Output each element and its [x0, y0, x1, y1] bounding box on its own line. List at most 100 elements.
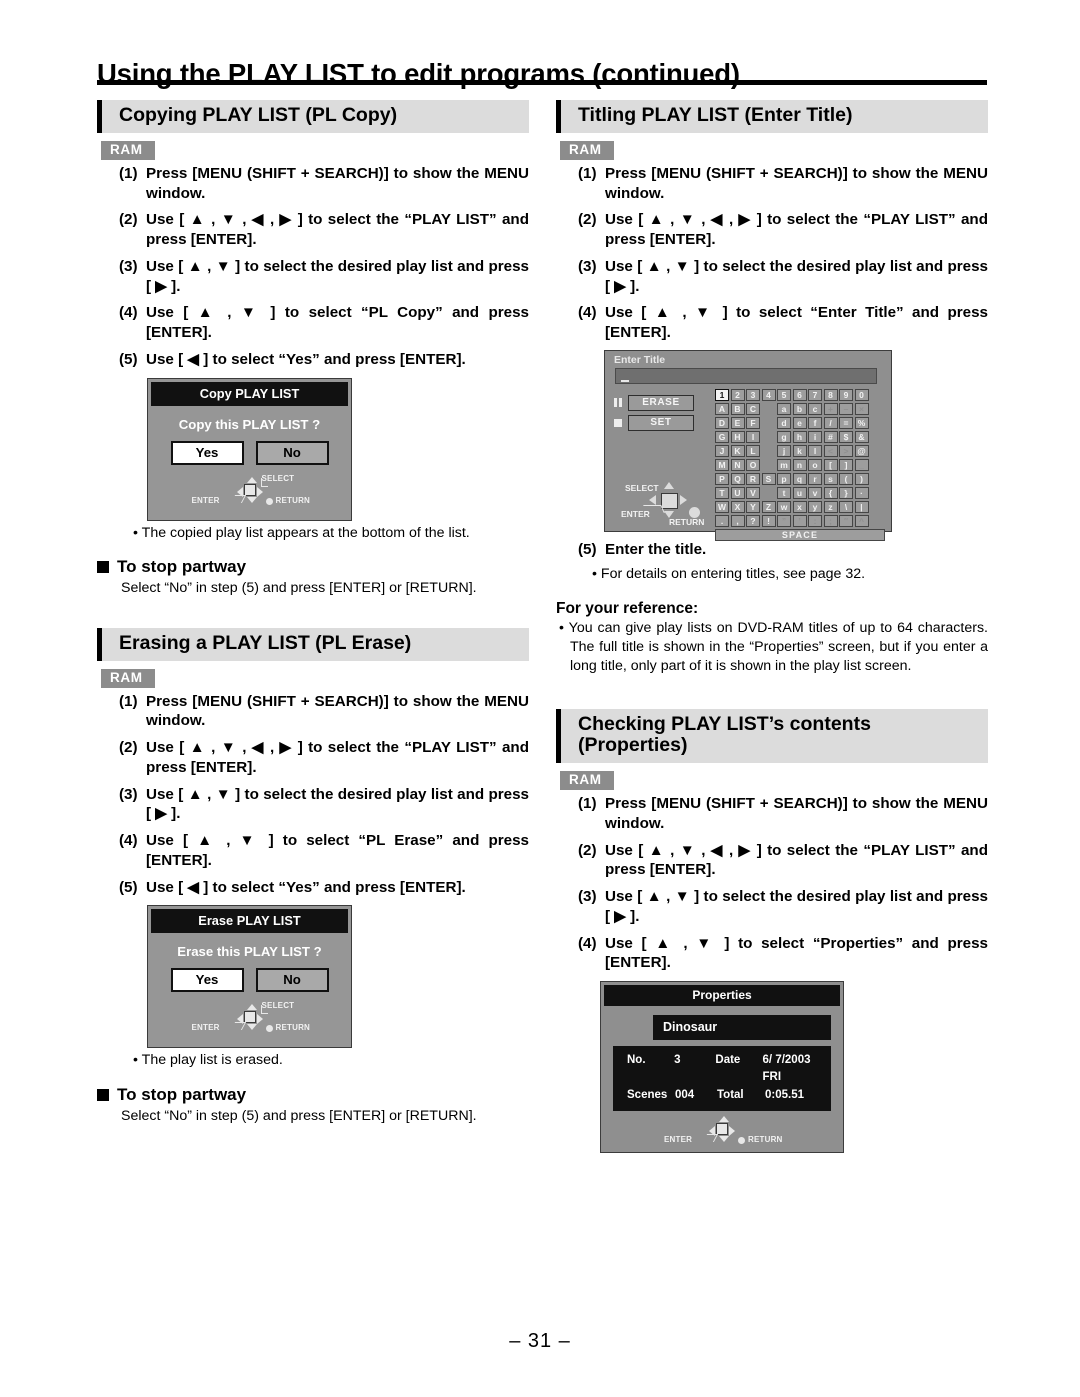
keyboard-key[interactable]: R — [746, 472, 760, 486]
keyboard-key[interactable]: ” — [777, 514, 791, 528]
space-key[interactable]: SPACE — [715, 528, 885, 542]
keyboard-key[interactable]: o — [808, 458, 822, 472]
keyboard-key[interactable]: f — [808, 416, 822, 430]
keyboard-key[interactable]: F — [746, 416, 760, 430]
keyboard-key[interactable]: ( — [839, 472, 853, 486]
keyboard-key[interactable]: & — [854, 430, 869, 444]
keyboard-key[interactable]: P — [715, 472, 729, 486]
keyboard-key[interactable]: n — [792, 458, 807, 472]
keyboard-key[interactable]: K — [730, 444, 745, 458]
keyboard-key[interactable]: q — [792, 472, 807, 486]
keyboard-key[interactable]: % — [854, 416, 869, 430]
keyboard-key[interactable]: 1 — [715, 388, 729, 402]
keyboard-key[interactable]: h — [792, 430, 807, 444]
keyboard-key[interactable]: w — [777, 500, 791, 514]
keyboard-key[interactable]: l — [808, 444, 822, 458]
keyboard-key[interactable]: Y — [746, 500, 760, 514]
keyboard-key[interactable]: T — [715, 486, 729, 500]
on-screen-keyboard[interactable]: 1 2 3 4 5 6 7 8 9 0 A B Ca b c + – × D E Fd e f / =% G H Ig h i # $ & J K L… — [715, 388, 885, 542]
keyboard-key[interactable]: 4 — [761, 388, 776, 402]
keyboard-key[interactable]: , — [730, 514, 745, 528]
keyboard-key[interactable]: { — [823, 486, 838, 500]
keyboard-key[interactable]: b — [792, 402, 807, 416]
keyboard-key[interactable]: z — [823, 500, 838, 514]
keyboard-key[interactable]: V — [746, 486, 760, 500]
keyboard-key[interactable]: p — [777, 472, 791, 486]
keyboard-key[interactable]: . — [715, 514, 729, 528]
keyboard-key[interactable]: c — [808, 402, 822, 416]
yes-button[interactable]: Yes — [170, 440, 244, 465]
keyboard-key[interactable]: ] — [839, 458, 853, 472]
keyboard-key[interactable]: B — [730, 402, 745, 416]
keyboard-key[interactable]: ) — [854, 472, 869, 486]
keyboard-key[interactable]: # — [823, 430, 838, 444]
keyboard-key[interactable]: \ — [839, 500, 853, 514]
keyboard-key[interactable]: G — [715, 430, 729, 444]
keyboard-key[interactable]: D — [715, 416, 729, 430]
keyboard-key[interactable]: 8 — [823, 388, 838, 402]
keyboard-key[interactable]: e — [792, 416, 807, 430]
keyboard-key[interactable]: H — [730, 430, 745, 444]
keyboard-key[interactable]: j — [777, 444, 791, 458]
keyboard-key[interactable]: u — [792, 486, 807, 500]
keyboard-key[interactable]: / — [823, 416, 838, 430]
keyboard-key[interactable]: 6 — [792, 388, 807, 402]
title-input-field[interactable] — [615, 367, 877, 384]
keyboard-key[interactable]: i — [808, 430, 822, 444]
keyboard-key[interactable]: L — [746, 444, 760, 458]
keyboard-key[interactable]: ; — [823, 514, 838, 528]
no-button[interactable]: No — [255, 968, 329, 993]
keyboard-key[interactable]: 7 — [808, 388, 822, 402]
keyboard-key[interactable]: – — [839, 402, 853, 416]
keyboard-key[interactable]: ! — [761, 514, 776, 528]
keyboard-key[interactable]: Z — [761, 500, 776, 514]
keyboard-key[interactable]: d — [777, 416, 791, 430]
keyboard-key[interactable]: · — [854, 486, 869, 500]
keyboard-key[interactable]: U — [730, 486, 745, 500]
keyboard-key[interactable]: X — [730, 500, 745, 514]
keyboard-key[interactable]: N — [730, 458, 745, 472]
keyboard-key[interactable]: I — [746, 430, 760, 444]
keyboard-key[interactable]: 2 — [730, 388, 745, 402]
keyboard-key[interactable]: Q — [730, 472, 745, 486]
keyboard-key[interactable]: y — [808, 500, 822, 514]
keyboard-key[interactable]: J — [715, 444, 729, 458]
keyboard-key[interactable]: t — [777, 486, 791, 500]
keyboard-key[interactable]: ’ — [792, 514, 807, 528]
keyboard-key[interactable]: > — [839, 444, 853, 458]
keyboard-key[interactable]: = — [839, 416, 853, 430]
keyboard-key[interactable]: g — [777, 430, 791, 444]
keyboard-key[interactable]: : — [808, 514, 822, 528]
keyboard-key[interactable]: @ — [854, 444, 869, 458]
keyboard-key[interactable]: k — [792, 444, 807, 458]
keyboard-key[interactable]: S — [761, 472, 776, 486]
keyboard-key[interactable]: E — [730, 416, 745, 430]
keyboard-key[interactable]: ? — [746, 514, 760, 528]
keyboard-key[interactable]: x — [792, 500, 807, 514]
keyboard-key[interactable]: [ — [823, 458, 838, 472]
keyboard-key[interactable]: A — [715, 402, 729, 416]
keyboard-key[interactable]: 3 — [746, 388, 760, 402]
keyboard-key[interactable]: } — [839, 486, 853, 500]
keyboard-key[interactable]: 5 — [777, 388, 791, 402]
keyboard-key[interactable]: a — [777, 402, 791, 416]
keyboard-key[interactable]: m — [777, 458, 791, 472]
keyboard-key[interactable]: × — [854, 402, 869, 416]
keyboard-key[interactable]: $ — [839, 430, 853, 444]
keyboard-key[interactable]: 9 — [839, 388, 853, 402]
keyboard-key[interactable]: s — [823, 472, 838, 486]
keyboard-key[interactable]: ″ — [839, 514, 853, 528]
set-button[interactable]: SET — [628, 414, 694, 431]
keyboard-key[interactable]: v — [808, 486, 822, 500]
yes-button[interactable]: Yes — [170, 968, 244, 993]
keyboard-key[interactable]: O — [746, 458, 760, 472]
keyboard-key[interactable]: ^ — [854, 514, 869, 528]
no-button[interactable]: No — [255, 440, 329, 465]
keyboard-key[interactable]: | — [854, 500, 869, 514]
keyboard-key[interactable]: _ — [854, 458, 869, 472]
keyboard-key[interactable]: M — [715, 458, 729, 472]
keyboard-key[interactable]: W — [715, 500, 729, 514]
keyboard-key[interactable]: r — [808, 472, 822, 486]
keyboard-key[interactable]: 0 — [854, 388, 869, 402]
keyboard-key[interactable]: + — [823, 402, 838, 416]
